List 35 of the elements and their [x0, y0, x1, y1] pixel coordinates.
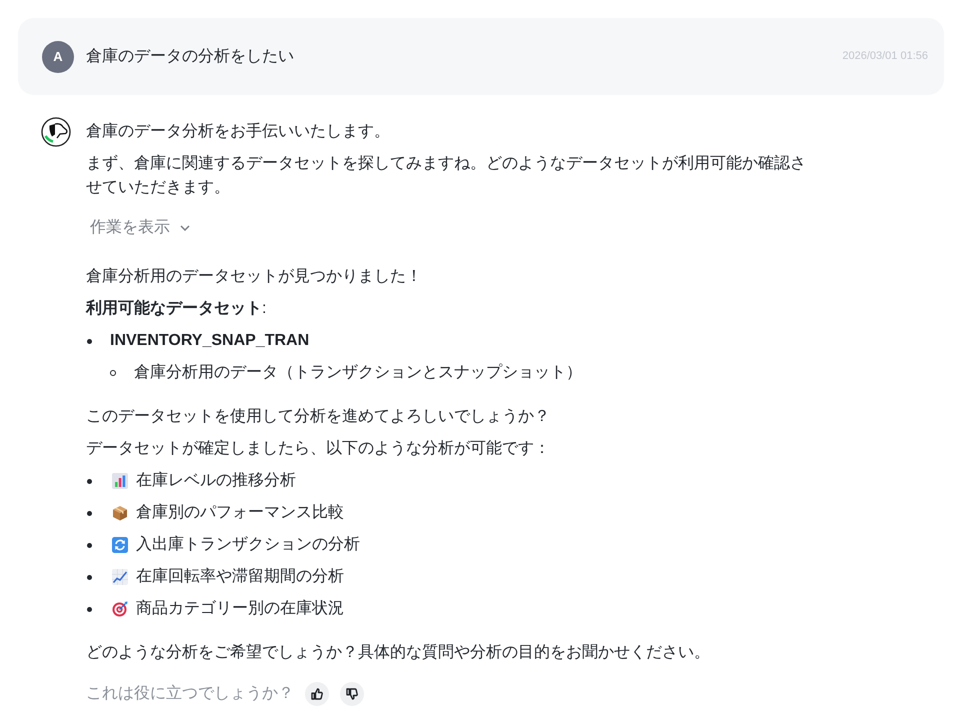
message-text: 利用可能なデータセット:: [86, 298, 268, 319]
feedback-prompt: これは役に立つでしょうか？: [86, 684, 294, 704]
dog-avatar-icon: [41, 117, 71, 147]
list-item-text: 倉庫別のパフォーマンス比較: [136, 502, 344, 523]
list-item-text: 入出庫トランザクションの分析: [136, 534, 360, 555]
bullet-icon: [87, 478, 92, 484]
bullet-icon: [87, 606, 92, 612]
bullet-icon: [87, 510, 92, 516]
thumbs-up-button[interactable]: [305, 682, 329, 706]
thumbs-down-button[interactable]: [340, 682, 364, 706]
list-item-text: 在庫回転率や滞留期間の分析: [136, 566, 344, 587]
circle-bullet-icon: [110, 370, 116, 376]
message-text: 倉庫のデータの分析をしたい: [86, 46, 294, 66]
list-item-text: 商品カテゴリー別の在庫状況: [136, 598, 344, 619]
message-text: まず、倉庫に関連するデータセットを探してみますね。どのようなデータセットが利用可能か確認させていただきます。: [86, 154, 807, 198]
message-text: どのような分析をご希望でしょうか？具体的な質問や分析の目的をお聞かせください。: [86, 642, 711, 663]
message-text: 倉庫のデータ分析をお手伝いいたします。: [86, 122, 391, 142]
line-chart-icon: [112, 569, 128, 585]
message-text: このデータセットを使用して分析を進めてよろしいでしょうか？: [86, 407, 551, 427]
refresh-icon: [112, 537, 128, 553]
package-icon: [112, 505, 128, 521]
target-icon: [112, 601, 128, 617]
thumbs-down-icon: [346, 688, 358, 700]
list-item-text: 在庫レベルの推移分析: [136, 470, 296, 491]
message-text: 倉庫分析用のデータセットが見つかりました！: [86, 266, 423, 287]
bullet-icon: [87, 542, 92, 548]
show-work-toggle[interactable]: 作業を表示: [86, 208, 194, 248]
bar-chart-icon: [112, 473, 128, 489]
bullet-icon: [87, 338, 92, 344]
list-item-text: INVENTORY_SNAP_TRAN: [110, 331, 310, 351]
message-text: データセットが確定しましたら、以下のような分析が可能です：: [86, 438, 551, 459]
thumbs-up-icon: [311, 688, 323, 700]
user-avatar: A: [42, 40, 74, 72]
bullet-icon: [87, 574, 92, 580]
list-item-text: 倉庫分析用のデータ（トランザクションとスナップショット）: [134, 362, 582, 383]
